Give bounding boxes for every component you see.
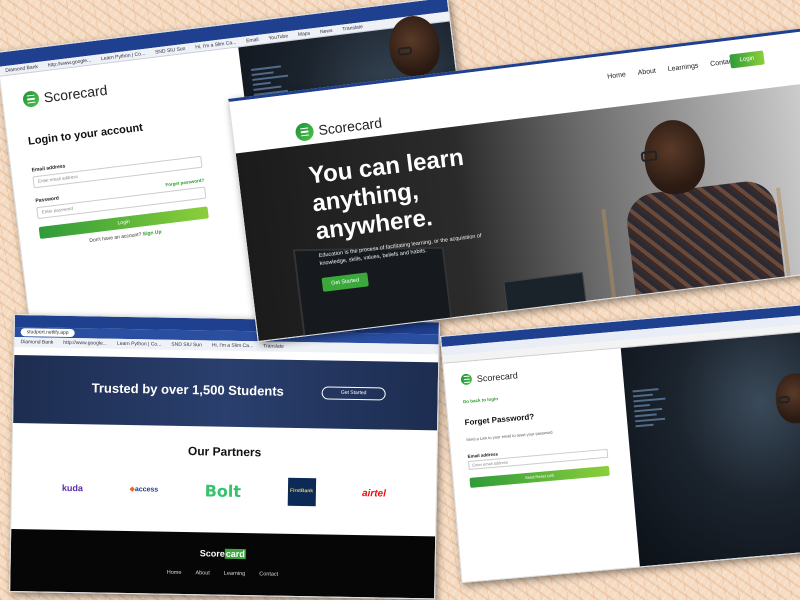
footer-link-about[interactable]: About [195, 570, 209, 576]
monitor-code-image [632, 384, 676, 430]
forgot-title: Forget Password? [464, 412, 535, 428]
bolt-logo: Bolt [204, 480, 242, 501]
nav-learnings[interactable]: Learnings [667, 62, 698, 73]
footer-link-contact[interactable]: Contact [259, 571, 278, 577]
firstbank-logo: FirstBank [287, 477, 316, 507]
forgot-password-screenshot: Scorecard Go back to login Forget Passwo… [440, 303, 800, 584]
scorecard-logo-icon [22, 90, 40, 109]
partner-logos: kuda ◆access Bolt FirstBank airtel [62, 474, 386, 508]
send-reset-link-button[interactable]: Send Reset Link [469, 465, 610, 488]
login-form-panel: Scorecard Login to your account Email ad… [0, 47, 272, 349]
access-logo-text: access [134, 486, 159, 494]
footer-logo-highlight: card [224, 548, 246, 560]
nav-about[interactable]: About [637, 68, 656, 77]
brand-logo[interactable]: Scorecard [22, 68, 222, 109]
bookmark-item[interactable]: SND SIU Sun [171, 342, 202, 349]
partners-title: Our Partners [187, 444, 262, 460]
bookmark-item[interactable]: Hi, I'm a Slim Ca... [212, 342, 253, 349]
bookmark-item[interactable]: News [320, 27, 333, 34]
footer-logo[interactable]: Scorecard [11, 545, 435, 562]
brand-logo[interactable]: Scorecard [460, 362, 606, 386]
bookmark-item[interactable]: Translate [263, 343, 284, 349]
bookmark-item[interactable]: Translate [342, 24, 363, 32]
footer-link-learning[interactable]: Learning [224, 571, 246, 577]
brand-name: Scorecard [42, 81, 109, 106]
airtel-logo: airtel [361, 487, 387, 500]
bookmark-item[interactable]: Diamond Bank [20, 339, 53, 346]
footer-link-home[interactable]: Home [167, 570, 182, 576]
login-title: Login to your account [27, 121, 144, 148]
no-account-text: Don't have an account? [89, 231, 142, 245]
bookmark-item[interactable]: Maps [298, 30, 311, 37]
forgot-subtitle: Send a Link to your email to reset your … [465, 429, 553, 443]
get-started-button[interactable]: Get Started [321, 386, 386, 401]
glasses-image [777, 395, 791, 404]
bookmark-item[interactable]: Learn Python | Co... [117, 341, 161, 348]
person-shirt-image [623, 178, 788, 316]
footer-nav: Home About Learning Contact [10, 567, 434, 580]
scorecard-logo-icon [294, 121, 315, 142]
trust-title: Trusted by over 1,500 Students [91, 380, 285, 399]
scorecard-logo-icon [460, 373, 473, 386]
access-logo: ◆access [129, 486, 159, 494]
footer: Scorecard Home About Learning Contact [10, 528, 436, 599]
kuda-logo: kuda [61, 482, 84, 494]
bookmark-item[interactable]: http://www.google... [63, 340, 107, 347]
bookmark-item[interactable]: Email [246, 36, 259, 43]
trust-banner: Trusted by over 1,500 Students Get Start… [13, 355, 439, 431]
password-label: Password [35, 195, 60, 205]
partners-screenshot: studpert.netlify.app Diamond Bank http:/… [9, 314, 440, 600]
back-to-login-link[interactable]: Go back to login [463, 387, 609, 404]
glasses-image [640, 150, 658, 163]
laptop-image [503, 272, 589, 332]
brand-name: Scorecard [476, 369, 519, 384]
bookmark-item[interactable]: YouTube [268, 33, 288, 41]
nav-home[interactable]: Home [607, 71, 626, 80]
forgot-hero-photo [620, 331, 800, 567]
footer-logo-prefix: Score [199, 548, 225, 559]
main-nav: Home About Learnings Contact [607, 58, 735, 81]
url-text[interactable]: studpert.netlify.app [20, 328, 75, 338]
signup-link[interactable]: Sign Up [142, 229, 161, 237]
forgot-form-panel: Scorecard Go back to login Forget Passwo… [443, 348, 640, 582]
header-login-button[interactable]: Login [729, 50, 765, 69]
